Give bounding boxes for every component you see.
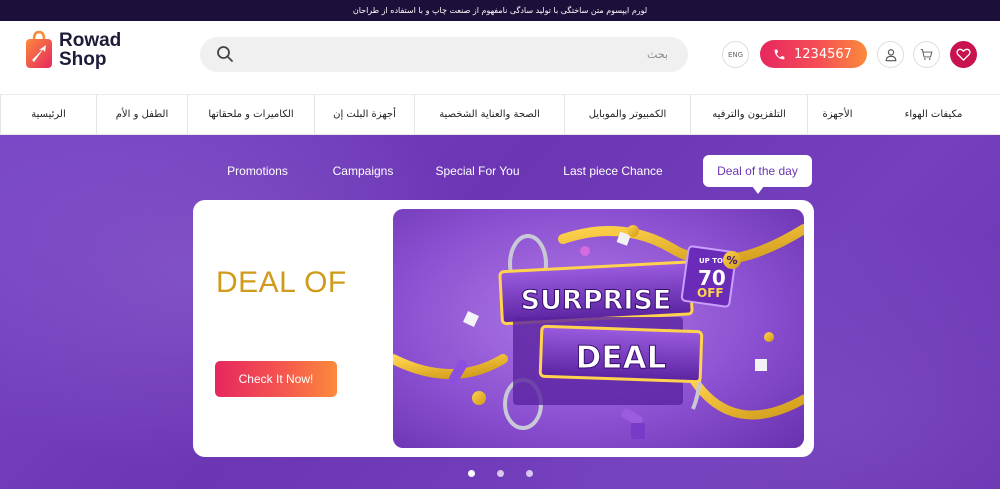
wishlist-button[interactable] — [950, 41, 977, 68]
nav-item-tv-entertainment[interactable]: التلفزيون والترفيه — [690, 95, 807, 134]
language-toggle[interactable]: ENG — [722, 41, 749, 68]
phone-icon — [774, 49, 785, 59]
cart-icon — [920, 49, 933, 60]
tab-promotions[interactable]: Promotions — [219, 155, 296, 187]
nav-item-home[interactable]: الرئيسية — [0, 95, 96, 134]
announcement-bar: لورم ایپسوم متن ساختگی با تولید سادگی نا… — [0, 0, 1000, 21]
tab-deal-of-the-day[interactable]: Deal of the day — [703, 155, 812, 194]
nav-item-mother-baby[interactable]: الطفل و الأم — [96, 95, 187, 134]
tab-last-piece-chance[interactable]: Last piece Chance — [557, 155, 669, 187]
announcement-text: لورم ایپسوم متن ساختگی با تولید سادگی نا… — [352, 6, 648, 15]
surprise-deal-banner[interactable]: SURPRISE DEAL UP TO 70 % OFF — [393, 209, 804, 448]
badge-percent: % — [726, 254, 737, 267]
hero-section: Deal of the day Last piece Chance Specia… — [0, 135, 1000, 489]
cart-button[interactable] — [913, 41, 940, 68]
nav-item-health-care[interactable]: الصحة والعناية الشخصية — [414, 95, 564, 134]
user-icon — [885, 48, 896, 61]
nav-item-air-conditioners[interactable]: مكيفات الهواء — [867, 95, 1000, 134]
badge-bottom: OFF — [697, 286, 724, 300]
phone-button[interactable]: 1234567 — [760, 40, 867, 68]
search-bar — [200, 37, 688, 72]
logo[interactable]: Rowad Shop — [25, 30, 121, 70]
deal-card: DEAL OF Check It Now! SURPRISE DEAL UP T… — [193, 200, 814, 457]
category-nav: الرئيسية الطفل و الأم الكاميرات و ملحقات… — [0, 94, 1000, 135]
badge-top: UP TO — [699, 257, 723, 265]
account-button[interactable] — [877, 41, 904, 68]
logo-line2: Shop — [59, 49, 107, 70]
logo-bag-icon — [25, 30, 53, 70]
nav-item-built-in[interactable]: أجهزة البلت إن — [314, 95, 414, 134]
deal-title: DEAL OF — [216, 266, 347, 299]
carousel-dot-1[interactable] — [467, 470, 475, 477]
header: Rowad Shop ENG 1234567 — [0, 21, 1000, 94]
carousel-dot-3[interactable] — [525, 470, 533, 477]
nav-item-cameras[interactable]: الكاميرات و ملحقاتها — [187, 95, 314, 134]
promo-line2: DEAL — [576, 340, 667, 376]
promo-line1: SURPRISE — [521, 285, 672, 316]
search-icon[interactable] — [216, 45, 234, 67]
search-input[interactable] — [268, 37, 668, 72]
nav-item-computers-mobile[interactable]: الكمبيوتر والموبايل — [564, 95, 690, 134]
nav-item-appliances[interactable]: الأجهزة — [807, 95, 867, 134]
logo-line1: Rowad — [59, 30, 122, 51]
logo-text: Rowad Shop — [59, 31, 121, 69]
deal-tabs: Deal of the day Last piece Chance Specia… — [0, 155, 1000, 194]
tab-special-for-you[interactable]: Special For You — [430, 155, 525, 187]
tab-campaigns[interactable]: Campaigns — [326, 155, 400, 187]
phone-number: 1234567 — [794, 46, 852, 62]
carousel-dots — [0, 470, 1000, 482]
check-it-now-button[interactable]: Check It Now! — [215, 361, 337, 397]
heart-icon — [956, 48, 971, 62]
carousel-dot-2[interactable] — [496, 470, 504, 477]
